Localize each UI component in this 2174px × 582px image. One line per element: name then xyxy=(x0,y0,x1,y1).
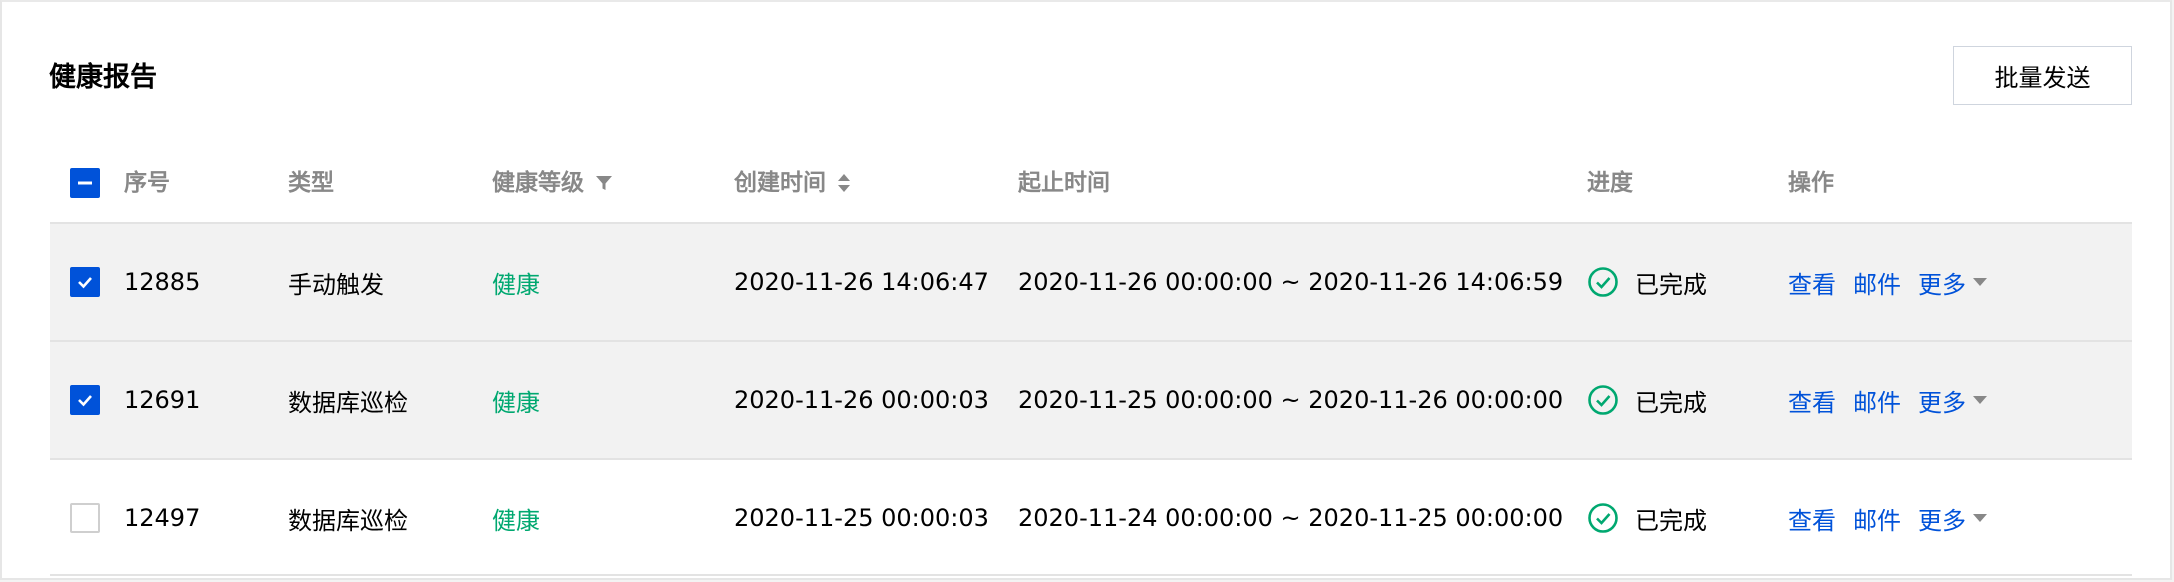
cell-id: 12497 xyxy=(124,504,201,532)
table-row: 12497 数据库巡检 健康 2020-11-25 00:00:03 2020-… xyxy=(50,458,2132,576)
column-header-created-label: 创建时间 xyxy=(734,170,826,196)
cell-range: 2020-11-25 00:00:00 ~ 2020-11-26 00:00:0… xyxy=(1018,386,1564,414)
progress-label: 已完成 xyxy=(1635,388,1707,417)
mail-link[interactable]: 邮件 xyxy=(1853,265,1901,300)
column-header-id: 序号 xyxy=(124,170,170,196)
checkmark-icon xyxy=(78,395,92,407)
cell-range: 2020-11-24 00:00:00 ~ 2020-11-25 00:00:0… xyxy=(1018,504,1564,532)
column-header-health[interactable]: 健康等级 xyxy=(492,144,614,222)
view-link[interactable]: 查看 xyxy=(1788,501,1836,536)
progress-label: 已完成 xyxy=(1635,506,1707,535)
cell-range: 2020-11-26 00:00:00 ~ 2020-11-26 14:06:5… xyxy=(1018,268,1564,296)
cell-health: 健康 xyxy=(492,388,540,417)
report-table: 序号 类型 健康等级 创建时间 起止时间 进度 操作 12885 手动触发 健康… xyxy=(50,144,2132,576)
row-checkbox[interactable] xyxy=(70,385,100,415)
table-row: 12691 数据库巡检 健康 2020-11-26 00:00:03 2020-… xyxy=(50,340,2132,458)
progress-label: 已完成 xyxy=(1635,270,1707,299)
checkmark-icon xyxy=(78,277,92,289)
row-checkbox[interactable] xyxy=(70,503,100,533)
row-checkbox[interactable] xyxy=(70,267,100,297)
cell-created: 2020-11-26 14:06:47 xyxy=(734,268,989,296)
cell-id: 12885 xyxy=(124,268,201,296)
check-circle-icon xyxy=(1588,385,1618,415)
cell-created: 2020-11-26 00:00:03 xyxy=(734,386,989,414)
cell-type: 数据库巡检 xyxy=(288,388,408,417)
mail-link[interactable]: 邮件 xyxy=(1853,383,1901,418)
cell-progress: 已完成 xyxy=(1587,342,1707,458)
cell-health: 健康 xyxy=(492,270,540,299)
mail-link[interactable]: 邮件 xyxy=(1853,501,1901,536)
cell-progress: 已完成 xyxy=(1587,460,1707,576)
column-header-range: 起止时间 xyxy=(1018,170,1110,196)
table-header: 序号 类型 健康等级 创建时间 起止时间 进度 操作 xyxy=(50,144,2132,222)
page-title: 健康报告 xyxy=(49,62,157,93)
cell-health: 健康 xyxy=(492,506,540,535)
cell-created: 2020-11-25 00:00:03 xyxy=(734,504,989,532)
column-header-created[interactable]: 创建时间 xyxy=(734,144,852,222)
select-all-checkbox[interactable] xyxy=(70,168,100,198)
column-header-type: 类型 xyxy=(288,170,334,196)
filter-icon[interactable] xyxy=(594,173,614,193)
column-header-progress: 进度 xyxy=(1587,170,1633,196)
table-row: 12885 手动触发 健康 2020-11-26 14:06:47 2020-1… xyxy=(50,222,2132,340)
caret-down-icon[interactable] xyxy=(1972,512,1988,524)
check-circle-icon xyxy=(1588,267,1618,297)
view-link[interactable]: 查看 xyxy=(1788,383,1836,418)
check-circle-icon xyxy=(1588,503,1618,533)
sort-icon[interactable] xyxy=(836,172,852,194)
cell-actions: 查看 邮件 更多 xyxy=(1788,342,1988,458)
cell-id: 12691 xyxy=(124,386,201,414)
column-header-health-label: 健康等级 xyxy=(492,170,584,196)
health-report-panel: 健康报告 批量发送 序号 类型 健康等级 创建时间 起止时间 进度 操作 128… xyxy=(0,0,2172,580)
cell-progress: 已完成 xyxy=(1587,224,1707,340)
cell-type: 数据库巡检 xyxy=(288,506,408,535)
caret-down-icon[interactable] xyxy=(1972,276,1988,288)
more-link[interactable]: 更多 xyxy=(1918,265,1966,300)
indeterminate-icon xyxy=(78,181,92,185)
cell-actions: 查看 邮件 更多 xyxy=(1788,460,1988,576)
cell-actions: 查看 邮件 更多 xyxy=(1788,224,1988,340)
more-link[interactable]: 更多 xyxy=(1918,383,1966,418)
view-link[interactable]: 查看 xyxy=(1788,265,1836,300)
batch-send-button[interactable]: 批量发送 xyxy=(1953,46,2132,105)
caret-down-icon[interactable] xyxy=(1972,394,1988,406)
more-link[interactable]: 更多 xyxy=(1918,501,1966,536)
cell-type: 手动触发 xyxy=(288,270,384,299)
column-header-actions: 操作 xyxy=(1788,170,1834,196)
